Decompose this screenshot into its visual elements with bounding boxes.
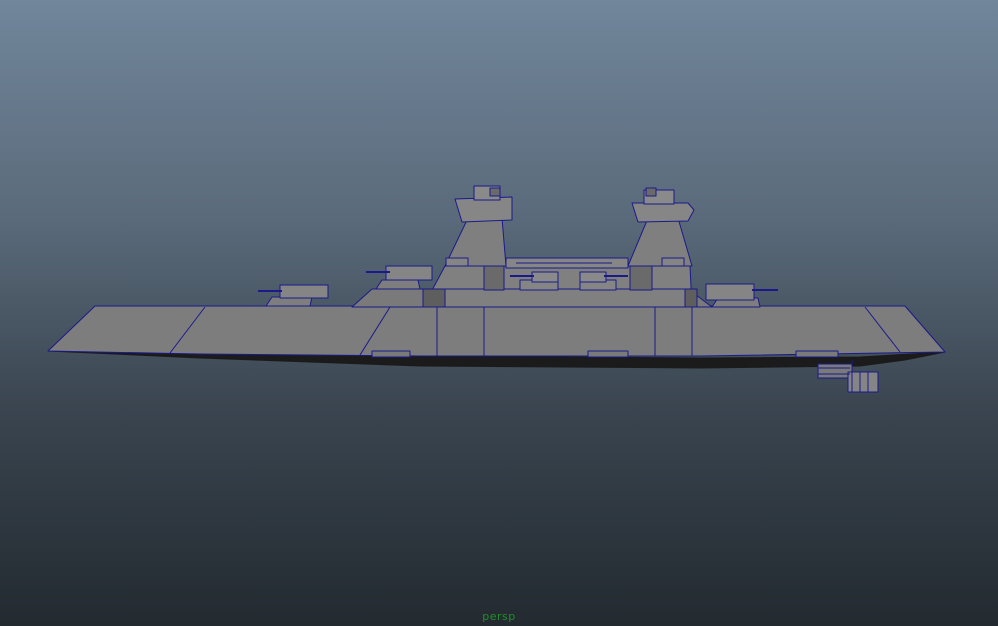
turret-small-left — [445, 257, 469, 267]
tower-right-sensor — [645, 187, 657, 197]
superstructure-recess — [483, 265, 505, 291]
turret-small-right — [661, 257, 685, 267]
superstructure-shadow-right — [684, 288, 698, 308]
turret-aft — [258, 284, 329, 307]
hull-side — [47, 305, 946, 357]
turret-fore — [705, 283, 778, 308]
tower-left-top — [454, 196, 513, 223]
tower-right-top — [631, 202, 695, 223]
hull-gun-mount — [587, 350, 629, 358]
turret-aft-upper — [366, 265, 433, 290]
maya-perspective-viewport[interactable]: persp — [0, 0, 998, 626]
tower-left-sensor — [489, 187, 501, 197]
superstructure-recess — [629, 265, 653, 291]
superstructure-shadow-left — [422, 288, 446, 308]
hull-gun-mount — [371, 350, 411, 358]
camera-label: persp — [482, 610, 516, 623]
hull-gun-mount — [795, 350, 839, 358]
ship-model[interactable] — [0, 0, 998, 626]
